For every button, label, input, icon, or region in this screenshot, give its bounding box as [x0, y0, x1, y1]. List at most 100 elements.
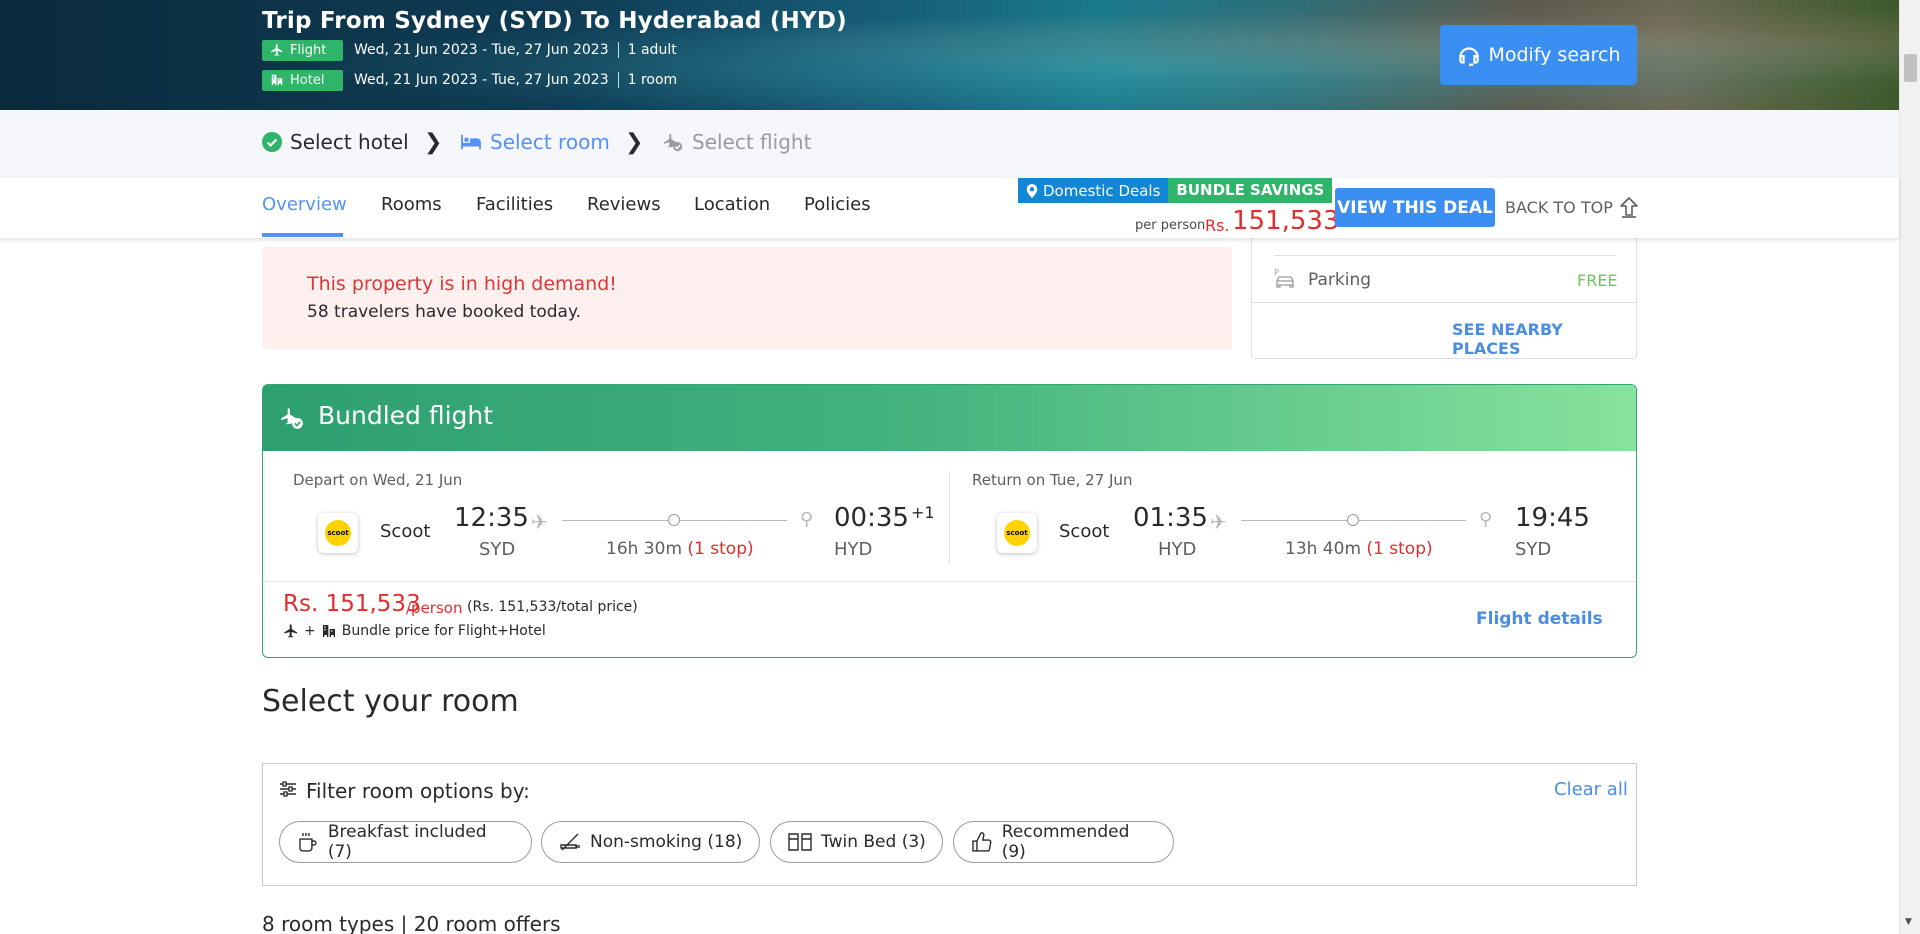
- booking-steps: Select hotel ❯ Select room ❯ Select flig…: [0, 110, 1899, 178]
- depart-duration: 16h 30m (1 stop): [606, 539, 754, 559]
- flight-check-icon: [663, 133, 683, 152]
- scroll-down-arrow-icon[interactable]: ▼: [1905, 917, 1912, 927]
- view-this-deal-button[interactable]: VIEW THIS DEAL: [1335, 188, 1495, 227]
- depart-departure-time: 12:35: [454, 503, 529, 533]
- flight-summary-row: Flight Wed, 21 Jun 2023 - Tue, 27 Jun 20…: [262, 36, 847, 64]
- depart-stops: (1 stop): [687, 539, 754, 559]
- plane-icon: [284, 624, 297, 638]
- step-select-hotel[interactable]: Select hotel: [262, 130, 409, 154]
- hotel-rooms: 1 room: [627, 72, 678, 88]
- depart-origin-code: SYD: [479, 539, 516, 560]
- bundle-note-text: Bundle price for Flight+Hotel: [341, 623, 546, 639]
- tab-facilities[interactable]: Facilities: [476, 194, 553, 215]
- domestic-deals-label: Domestic Deals: [1043, 181, 1161, 200]
- twin-bed-icon: [788, 833, 812, 851]
- depart-arrival-time: 00:35 +1: [834, 503, 935, 533]
- hotel-dates: Wed, 21 Jun 2023 - Tue, 27 Jun 2023: [354, 72, 619, 88]
- flight-dates: Wed, 21 Jun 2023 - Tue, 27 Jun 2023: [354, 42, 619, 58]
- filter-chip-twin-bed[interactable]: Twin Bed (3): [770, 821, 943, 863]
- trip-summary: Trip From Sydney (SYD) To Hyderabad (HYD…: [262, 8, 847, 94]
- coffee-cup-icon: [299, 833, 317, 852]
- divider: [1274, 255, 1616, 256]
- modify-search-label: Modify search: [1488, 44, 1621, 66]
- property-tabs-bar: Overview Rooms Facilities Reviews Locati…: [0, 178, 1899, 238]
- step-select-flight-label: Select flight: [692, 130, 812, 154]
- bundle-per-person: /person: [406, 599, 463, 617]
- return-duration-time: 13h 40m: [1285, 539, 1362, 559]
- return-airline: Scoot: [1059, 521, 1110, 542]
- hotel-badge-label: Hotel: [290, 72, 325, 88]
- bundled-flight-title: Bundled flight: [318, 401, 494, 430]
- deal-price: 151,533: [1232, 206, 1340, 236]
- tab-reviews[interactable]: Reviews: [587, 194, 661, 215]
- tab-rooms[interactable]: Rooms: [381, 194, 442, 215]
- flight-check-icon: [281, 408, 303, 429]
- flight-badge: Flight: [262, 39, 343, 61]
- parking-label: Parking: [1308, 270, 1372, 290]
- arrow-up-icon: [1620, 197, 1638, 218]
- booking-count: 58: [307, 302, 329, 322]
- scrollbar-thumb[interactable]: [1904, 54, 1917, 82]
- next-day-indicator: +1: [910, 503, 935, 522]
- step-select-hotel-label: Select hotel: [290, 130, 409, 154]
- tab-location[interactable]: Location: [694, 194, 770, 215]
- page-scrollbar[interactable]: ▼: [1899, 0, 1920, 934]
- hotel-icon: [322, 625, 335, 637]
- step-select-room[interactable]: Select room: [460, 130, 610, 154]
- hotel-summary-row: Hotel Wed, 21 Jun 2023 - Tue, 27 Jun 202…: [262, 66, 847, 94]
- high-demand-alert: This property is in high demand! 58 trav…: [262, 247, 1232, 349]
- bundled-flight-header: Bundled flight: [263, 385, 1636, 451]
- filter-chip-label: Recommended (9): [1001, 822, 1130, 862]
- tab-policies[interactable]: Policies: [804, 194, 871, 215]
- return-origin-code: HYD: [1158, 539, 1197, 560]
- see-nearby-places-link[interactable]: SEE NEARBY PLACES: [1452, 320, 1636, 358]
- tab-overview[interactable]: Overview: [262, 194, 347, 215]
- filter-chip-recommended[interactable]: Recommended (9): [953, 821, 1174, 863]
- plane-icon: ✈: [531, 510, 548, 534]
- check-circle-icon: [262, 132, 282, 152]
- stop-dot: [1347, 514, 1359, 526]
- return-destination-code: SYD: [1515, 539, 1552, 560]
- filter-chip-breakfast[interactable]: Breakfast included (7): [279, 821, 532, 863]
- depart-label: Depart on Wed, 21 Jun: [293, 471, 463, 489]
- location-pin-icon: ⚲: [800, 509, 814, 530]
- room-filter-panel: Filter room options by: Clear all Breakf…: [262, 763, 1637, 886]
- filter-chip-label: Breakfast included (7): [327, 822, 487, 862]
- high-demand-title: This property is in high demand!: [307, 273, 617, 295]
- high-demand-subtitle: 58 travelers have booked today.: [307, 302, 581, 322]
- plane-icon: [271, 44, 283, 56]
- stop-dot: [668, 514, 680, 526]
- flight-badge-label: Flight: [290, 42, 327, 58]
- room-count-summary: 8 room types | 20 room offers: [262, 912, 561, 934]
- bundled-flight-card: Bundled flight Depart on Wed, 21 Jun sco…: [262, 384, 1637, 658]
- bundle-savings-badge: BUNDLE SAVINGS: [1168, 178, 1333, 203]
- airline-logo-text: scoot: [325, 520, 351, 546]
- filter-chip-label: Non-smoking (18): [590, 832, 743, 852]
- depart-airline: Scoot: [380, 521, 431, 542]
- flight-details-link[interactable]: Flight details: [1476, 609, 1603, 629]
- bundle-note: + Bundle price for Flight+Hotel: [283, 623, 546, 639]
- svg-text:P: P: [1274, 268, 1279, 277]
- divider: [263, 581, 1636, 582]
- chevron-right-icon: ❯: [424, 130, 443, 155]
- airline-logo-text: scoot: [1004, 520, 1030, 546]
- sliders-icon: [280, 781, 296, 797]
- modify-search-button[interactable]: Modify search: [1440, 25, 1637, 85]
- clear-all-link[interactable]: Clear all: [1554, 779, 1628, 800]
- step-select-room-label: Select room: [490, 130, 610, 154]
- filter-title: Filter room options by:: [306, 779, 530, 803]
- filter-chip-non-smoking[interactable]: Non-smoking (18): [541, 821, 760, 863]
- plane-icon: ✈: [1210, 510, 1227, 534]
- headset-icon: [1459, 47, 1480, 66]
- back-to-top-link[interactable]: BACK TO TOP: [1505, 196, 1639, 218]
- location-pin-icon: ⚲: [1479, 509, 1493, 530]
- segment-divider: [949, 471, 950, 563]
- plus-symbol: +: [304, 623, 316, 639]
- airline-logo: scoot: [318, 513, 358, 553]
- domestic-deals-badge: Domestic Deals: [1018, 178, 1169, 203]
- chevron-right-icon: ❯: [625, 130, 644, 155]
- hotel-badge: Hotel: [262, 69, 343, 91]
- depart-duration-time: 16h 30m: [606, 539, 683, 559]
- hotel-icon: [271, 74, 283, 86]
- thumbs-up-icon: [972, 832, 992, 852]
